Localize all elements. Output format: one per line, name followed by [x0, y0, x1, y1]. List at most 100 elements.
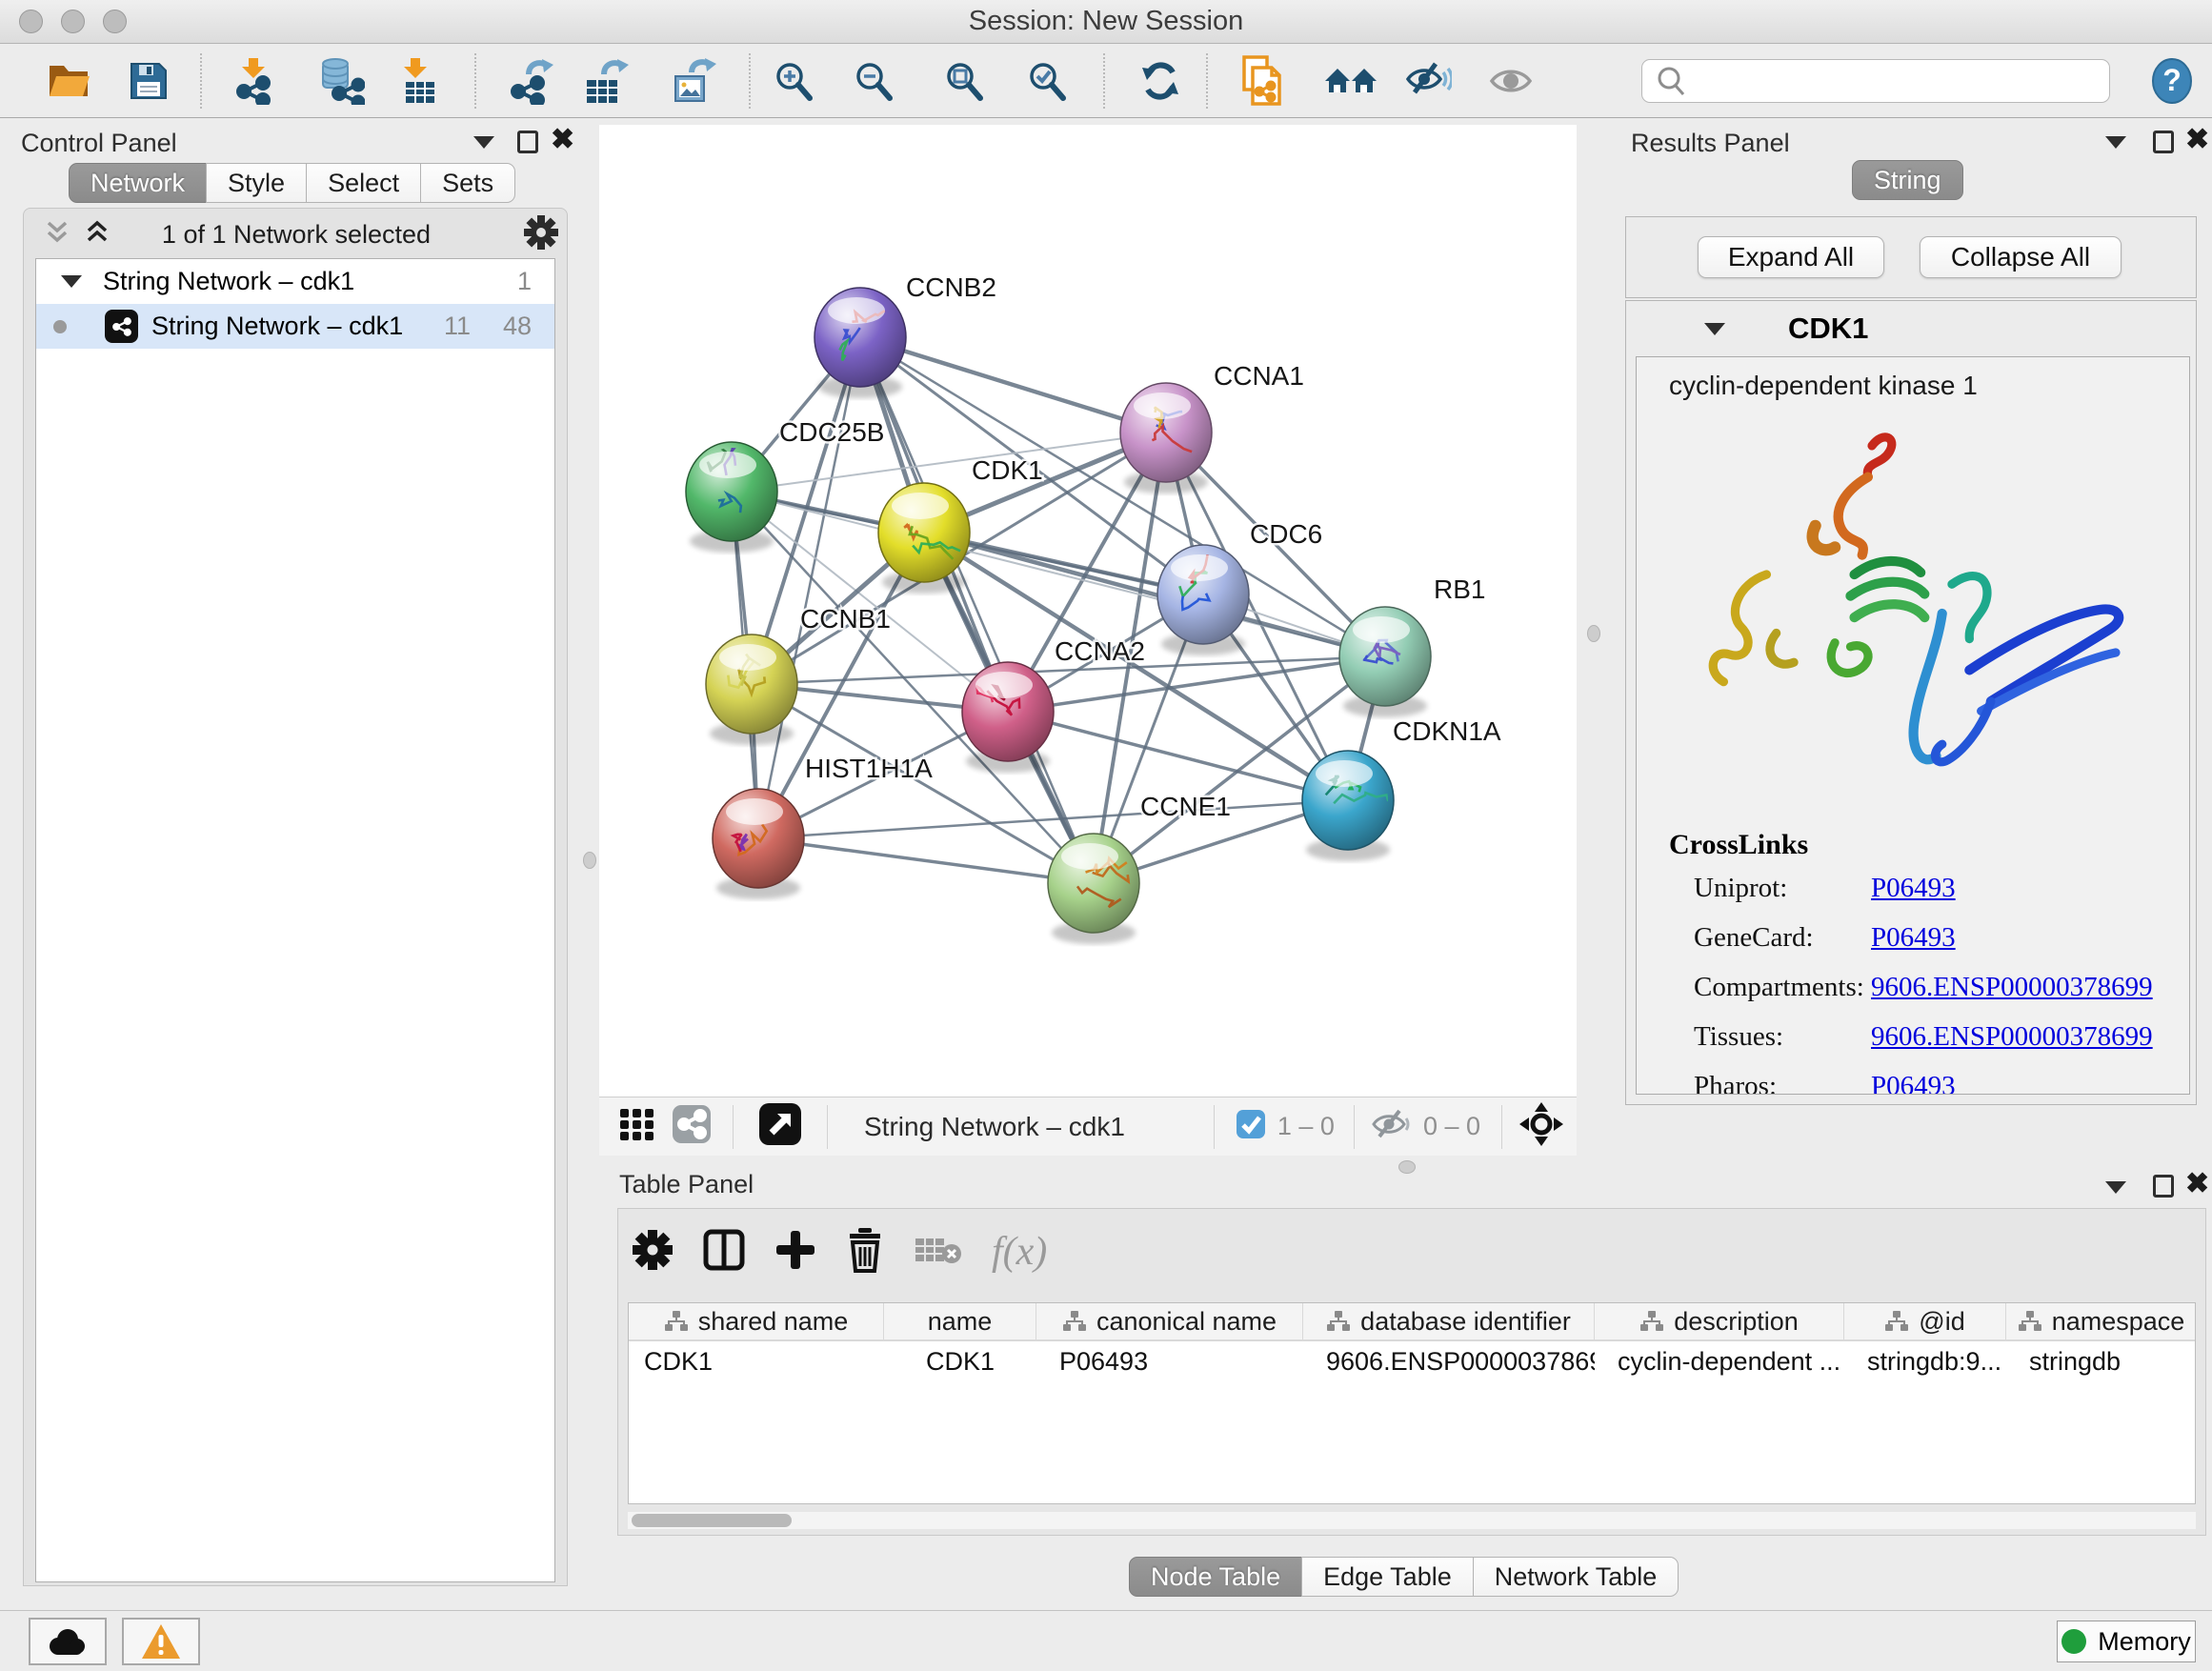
search-input[interactable]	[1694, 62, 2109, 100]
results-panel-close-icon[interactable]: ✖	[2185, 129, 2209, 153]
table-gear-icon[interactable]	[632, 1229, 674, 1276]
network-collection-row[interactable]: String Network – cdk1 1	[36, 259, 554, 304]
tab-select[interactable]: Select	[306, 163, 421, 203]
control-panel-close-icon[interactable]: ✖	[551, 129, 574, 153]
zoom-out-icon[interactable]	[848, 56, 901, 106]
gene-collapse-icon[interactable]	[1704, 323, 1725, 335]
pan-crosshair-icon[interactable]	[1519, 1102, 1563, 1151]
tab-network[interactable]: Network	[69, 163, 207, 203]
crosslink-link[interactable]: 9606.ENSP00000378699	[1871, 972, 2153, 1002]
column-header-namespace[interactable]: namespace	[2006, 1303, 2196, 1339]
right-splitter-handle[interactable]	[1587, 625, 1600, 642]
tab-edge-table[interactable]: Edge Table	[1301, 1557, 1474, 1597]
network-canvas[interactable]: CCNB2CCNA1CDC25BCDK1CDC6RB1CCNB1CCNA2CDK…	[599, 125, 1577, 1097]
table-horizontal-scrollbar[interactable]	[628, 1512, 2196, 1529]
selected-checkbox-icon[interactable]	[1236, 1109, 1266, 1144]
column-header--id[interactable]: @id	[1844, 1303, 2006, 1339]
table-cell[interactable]: cyclin-dependent ...	[1595, 1341, 1844, 1381]
memory-button[interactable]: Memory	[2057, 1621, 2196, 1662]
network-node-cdk1[interactable]	[878, 483, 970, 594]
select-columns-icon[interactable]	[702, 1228, 746, 1277]
hide-selected-icon[interactable]	[1402, 56, 1456, 106]
gene-section-header[interactable]: CDK1	[1626, 301, 2196, 356]
open-session-icon[interactable]	[42, 56, 95, 106]
table-cell[interactable]: 9606.ENSP00000378699	[1303, 1341, 1595, 1381]
tab-network-table[interactable]: Network Table	[1473, 1557, 1679, 1597]
network-edge[interactable]	[860, 337, 1094, 883]
tab-style[interactable]: Style	[206, 163, 307, 203]
grid-view-icon[interactable]	[618, 1105, 656, 1148]
scrollbar-thumb[interactable]	[632, 1514, 792, 1527]
table-cell[interactable]: CDK1	[884, 1341, 1036, 1381]
collapse-all-button[interactable]: Collapse All	[1920, 236, 2122, 278]
crosslink-link[interactable]: P06493	[1871, 1071, 1956, 1095]
zoom-in-icon[interactable]	[768, 56, 821, 106]
table-row[interactable]: CDK1CDK1P064939606.ENSP00000378699cyclin…	[629, 1341, 2195, 1381]
network-node-ccna2[interactable]	[962, 662, 1054, 773]
import-network-database-icon[interactable]	[315, 56, 369, 106]
network-options-gear-icon[interactable]	[523, 214, 559, 255]
table-panel-float-icon[interactable]	[2153, 1175, 2174, 1202]
zoom-selected-icon[interactable]	[1021, 56, 1075, 106]
column-header-name[interactable]: name	[884, 1303, 1036, 1339]
tab-string[interactable]: String	[1852, 160, 1963, 200]
network-node-ccnb1[interactable]	[706, 634, 797, 745]
export-table-icon[interactable]	[579, 56, 633, 106]
tab-sets[interactable]: Sets	[420, 163, 515, 203]
collection-expand-icon[interactable]	[61, 275, 82, 288]
delete-table-icon[interactable]	[914, 1231, 963, 1274]
table-cell[interactable]: stringdb:9...	[1844, 1341, 2006, 1381]
network-share-icon[interactable]	[672, 1104, 712, 1149]
network-node-cdc25b[interactable]	[686, 442, 777, 553]
column-header-description[interactable]: description	[1595, 1303, 1844, 1339]
home-icon[interactable]	[1324, 56, 1377, 106]
minimize-window-button[interactable]	[61, 10, 85, 33]
network-node-hist1h1a[interactable]	[713, 789, 804, 899]
import-network-file-icon[interactable]	[228, 56, 281, 106]
clone-network-icon[interactable]	[1237, 56, 1290, 106]
birds-eye-view-icon[interactable]	[758, 1102, 802, 1151]
crosslink-link[interactable]: 9606.ENSP00000378699	[1871, 1021, 2153, 1052]
results-panel-menu-icon[interactable]	[2105, 136, 2126, 153]
table-cell[interactable]: P06493	[1036, 1341, 1303, 1381]
add-column-icon[interactable]	[774, 1229, 816, 1276]
close-window-button[interactable]	[19, 10, 43, 33]
results-panel-float-icon[interactable]	[2153, 131, 2174, 158]
maximize-window-button[interactable]	[103, 10, 127, 33]
network-edge[interactable]	[924, 533, 1385, 656]
delete-column-icon[interactable]	[845, 1227, 885, 1278]
network-node-ccna1[interactable]	[1120, 383, 1212, 493]
warning-button[interactable]	[122, 1618, 200, 1665]
fit-content-icon[interactable]	[938, 56, 992, 106]
network-node-cdkn1a[interactable]	[1302, 751, 1394, 861]
crosslink-link[interactable]: P06493	[1871, 922, 1956, 953]
hidden-eye-icon[interactable]	[1372, 1108, 1412, 1145]
control-panel-menu-icon[interactable]	[473, 136, 494, 153]
tab-node-table[interactable]: Node Table	[1129, 1557, 1302, 1597]
refresh-network-icon[interactable]	[1134, 56, 1187, 106]
help-icon[interactable]: ?	[2145, 56, 2199, 106]
save-session-icon[interactable]	[122, 56, 175, 106]
export-image-icon[interactable]	[667, 56, 720, 106]
expand-all-button[interactable]: Expand All	[1698, 236, 1884, 278]
network-node-rb1[interactable]	[1339, 607, 1431, 717]
network-node-cdc6[interactable]	[1157, 545, 1249, 655]
bottom-splitter-handle[interactable]	[1398, 1160, 1416, 1174]
table-panel-close-icon[interactable]: ✖	[2185, 1173, 2209, 1198]
show-all-icon[interactable]	[1484, 56, 1538, 106]
function-builder-icon[interactable]: f(x)	[992, 1229, 1047, 1275]
left-splitter-handle[interactable]	[583, 852, 596, 869]
table-cell[interactable]: CDK1	[629, 1341, 884, 1381]
cloud-button[interactable]	[29, 1618, 107, 1665]
control-panel-float-icon[interactable]	[517, 131, 538, 158]
column-header-database-identifier[interactable]: database identifier	[1303, 1303, 1595, 1339]
network-edge[interactable]	[860, 337, 1166, 433]
table-panel-menu-icon[interactable]	[2105, 1181, 2126, 1198]
network-row[interactable]: String Network – cdk1 11 48	[36, 304, 554, 349]
column-header-shared-name[interactable]: shared name	[629, 1303, 884, 1339]
network-node-ccne1[interactable]	[1048, 834, 1139, 944]
import-table-file-icon[interactable]	[393, 56, 447, 106]
export-network-icon[interactable]	[506, 56, 559, 106]
table-cell[interactable]: stringdb	[2006, 1341, 2196, 1381]
network-node-ccnb2[interactable]	[814, 288, 906, 398]
